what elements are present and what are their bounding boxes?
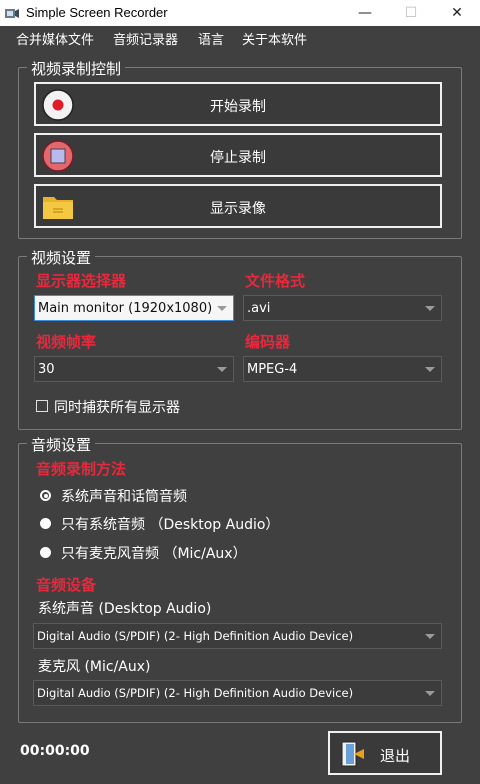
monitor-selector-label: 显示器选择器: [36, 272, 127, 290]
stop-record-label: 停止录制: [210, 150, 266, 166]
video-control-title: 视频录制控制: [27, 58, 126, 79]
start-record-button[interactable]: 开始录制: [34, 82, 442, 126]
chevron-down-icon: [217, 306, 227, 311]
file-format-label: 文件格式: [245, 272, 306, 290]
frame-rate-select[interactable]: 30: [34, 356, 234, 382]
monitor-select[interactable]: Main monitor (1920x1080): [34, 295, 234, 321]
mic-select[interactable]: Digital Audio (S/PDIF) (2- High Definiti…: [33, 680, 442, 706]
mic-value: Digital Audio (S/PDIF) (2- High Definiti…: [37, 686, 354, 700]
audio-method-label: 音频录制方法: [36, 460, 127, 478]
capture-all-monitors-checkbox[interactable]: [36, 400, 48, 412]
audio-option-label: 系统声音和话筒音频: [61, 489, 187, 505]
radio-button-checked[interactable]: [40, 490, 51, 501]
frame-rate-label: 视频帧率: [36, 333, 97, 351]
codec-value: MPEG-4: [247, 362, 298, 377]
menu-bar: 合并媒体文件 音频记录器 语言 关于本软件: [0, 26, 480, 48]
chevron-down-icon: [425, 367, 435, 372]
mic-label: 麦克风 (Mic/Aux): [38, 659, 151, 675]
exit-label: 退出: [380, 747, 411, 765]
codec-label: 编码器: [245, 333, 291, 351]
chevron-down-icon: [425, 634, 435, 639]
close-button[interactable]: ✕: [434, 0, 480, 26]
frame-rate-value: 30: [38, 362, 55, 377]
chevron-down-icon: [217, 367, 227, 372]
show-recordings-label: 显示录像: [210, 201, 266, 217]
video-settings-title: 视频设置: [27, 247, 96, 268]
audio-option-label: 只有系统音频 （Desktop Audio）: [61, 517, 280, 533]
monitor-select-value: Main monitor (1920x1080): [38, 301, 213, 316]
menu-merge-media[interactable]: 合并媒体文件: [16, 29, 94, 48]
recording-timer: 00:00:00: [20, 743, 90, 759]
menu-audio-recorder[interactable]: 音频记录器: [113, 29, 178, 48]
exit-button[interactable]: 退出: [328, 731, 442, 775]
capture-all-monitors-label: 同时捕获所有显示器: [54, 400, 180, 416]
desktop-audio-value: Digital Audio (S/PDIF) (2- High Definiti…: [37, 629, 354, 643]
menu-about[interactable]: 关于本软件: [242, 29, 307, 48]
radio-button[interactable]: [40, 518, 51, 529]
exit-door-icon: [341, 741, 364, 767]
chevron-down-icon: [425, 306, 435, 311]
start-record-label: 开始录制: [210, 99, 266, 115]
title-bar: Simple Screen Recorder — ☐ ✕: [0, 0, 480, 26]
window-title: Simple Screen Recorder: [26, 5, 168, 20]
minimize-button[interactable]: —: [342, 0, 388, 26]
app-icon: [5, 9, 19, 18]
audio-settings-title: 音频设置: [27, 434, 96, 455]
desktop-audio-label: 系统声音 (Desktop Audio): [38, 601, 212, 617]
chevron-down-icon: [425, 691, 435, 696]
audio-device-label: 音频设备: [36, 576, 97, 594]
file-format-select[interactable]: .avi: [243, 295, 442, 321]
file-format-value: .avi: [247, 301, 271, 316]
show-recordings-button[interactable]: 显示录像: [34, 184, 442, 228]
codec-select[interactable]: MPEG-4: [243, 356, 442, 382]
maximize-button[interactable]: ☐: [388, 0, 434, 26]
desktop-audio-select[interactable]: Digital Audio (S/PDIF) (2- High Definiti…: [33, 623, 442, 649]
radio-button[interactable]: [40, 547, 51, 558]
stop-record-button[interactable]: 停止录制: [34, 133, 442, 177]
menu-language[interactable]: 语言: [198, 29, 224, 48]
audio-option-label: 只有麦克风音频 （Mic/Aux）: [61, 546, 247, 562]
